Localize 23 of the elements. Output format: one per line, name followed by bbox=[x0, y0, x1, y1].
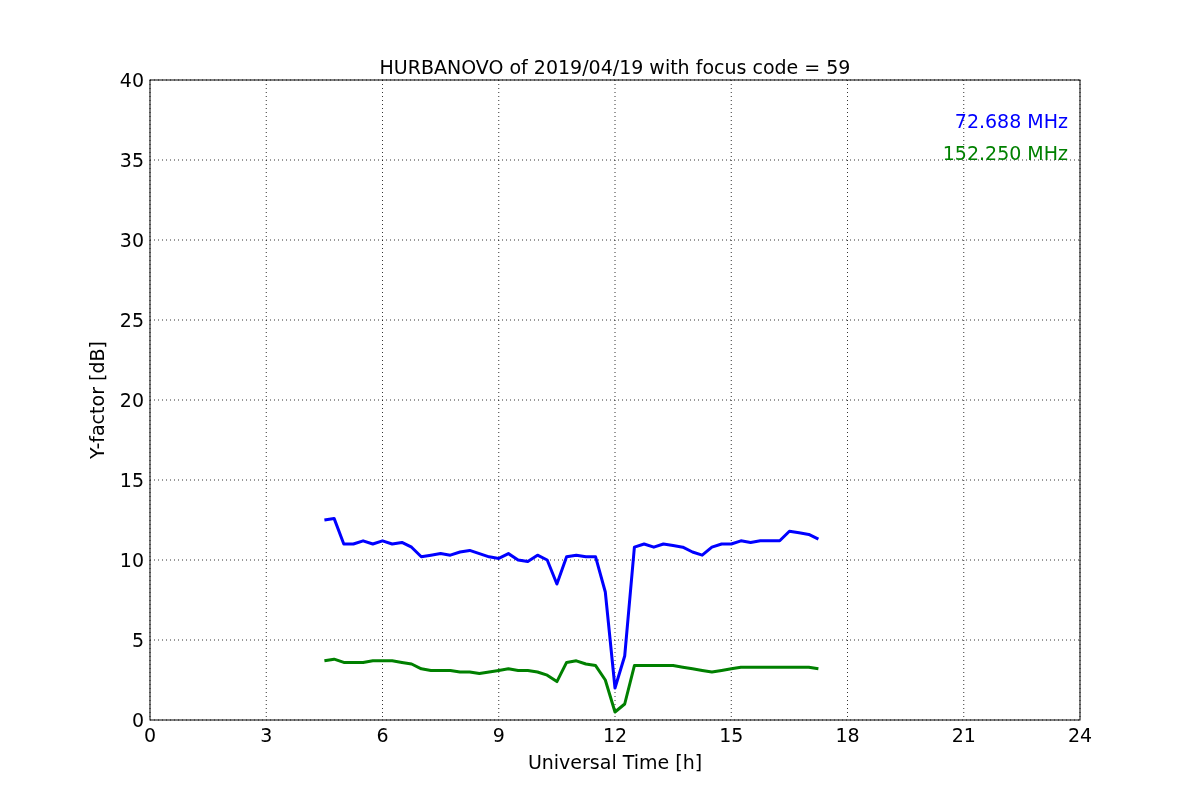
tick-label: 20 bbox=[119, 389, 144, 411]
tick-label: 35 bbox=[119, 149, 144, 171]
tick-label: 25 bbox=[119, 309, 144, 331]
tick-label: 12 bbox=[602, 724, 628, 746]
tick-label: 10 bbox=[119, 549, 144, 571]
tick-label: 40 bbox=[119, 69, 144, 91]
tick-label: 5 bbox=[131, 629, 144, 651]
tick-label: 15 bbox=[119, 469, 144, 491]
axis-label: Universal Time [h] bbox=[527, 751, 703, 773]
tick-label: 6 bbox=[376, 724, 389, 746]
tick-label: 15 bbox=[719, 724, 744, 746]
tick-label: 9 bbox=[492, 724, 505, 746]
legend-label: 72.688 MHz bbox=[954, 110, 1068, 132]
axis-label: Y-factor [dB] bbox=[86, 341, 108, 459]
tick-label: 18 bbox=[835, 724, 860, 746]
tick-label: 3 bbox=[260, 724, 273, 746]
tick-label: 30 bbox=[119, 229, 144, 251]
legend-label: 152.250 MHz bbox=[942, 142, 1068, 164]
chart-title: HURBANOVO of 2019/04/19 with focus code = 59 bbox=[379, 56, 851, 78]
tick-label: 0 bbox=[143, 724, 157, 746]
tick-label: 21 bbox=[951, 724, 976, 746]
tick-label: 0 bbox=[131, 709, 144, 731]
tick-label: 24 bbox=[1067, 724, 1093, 746]
